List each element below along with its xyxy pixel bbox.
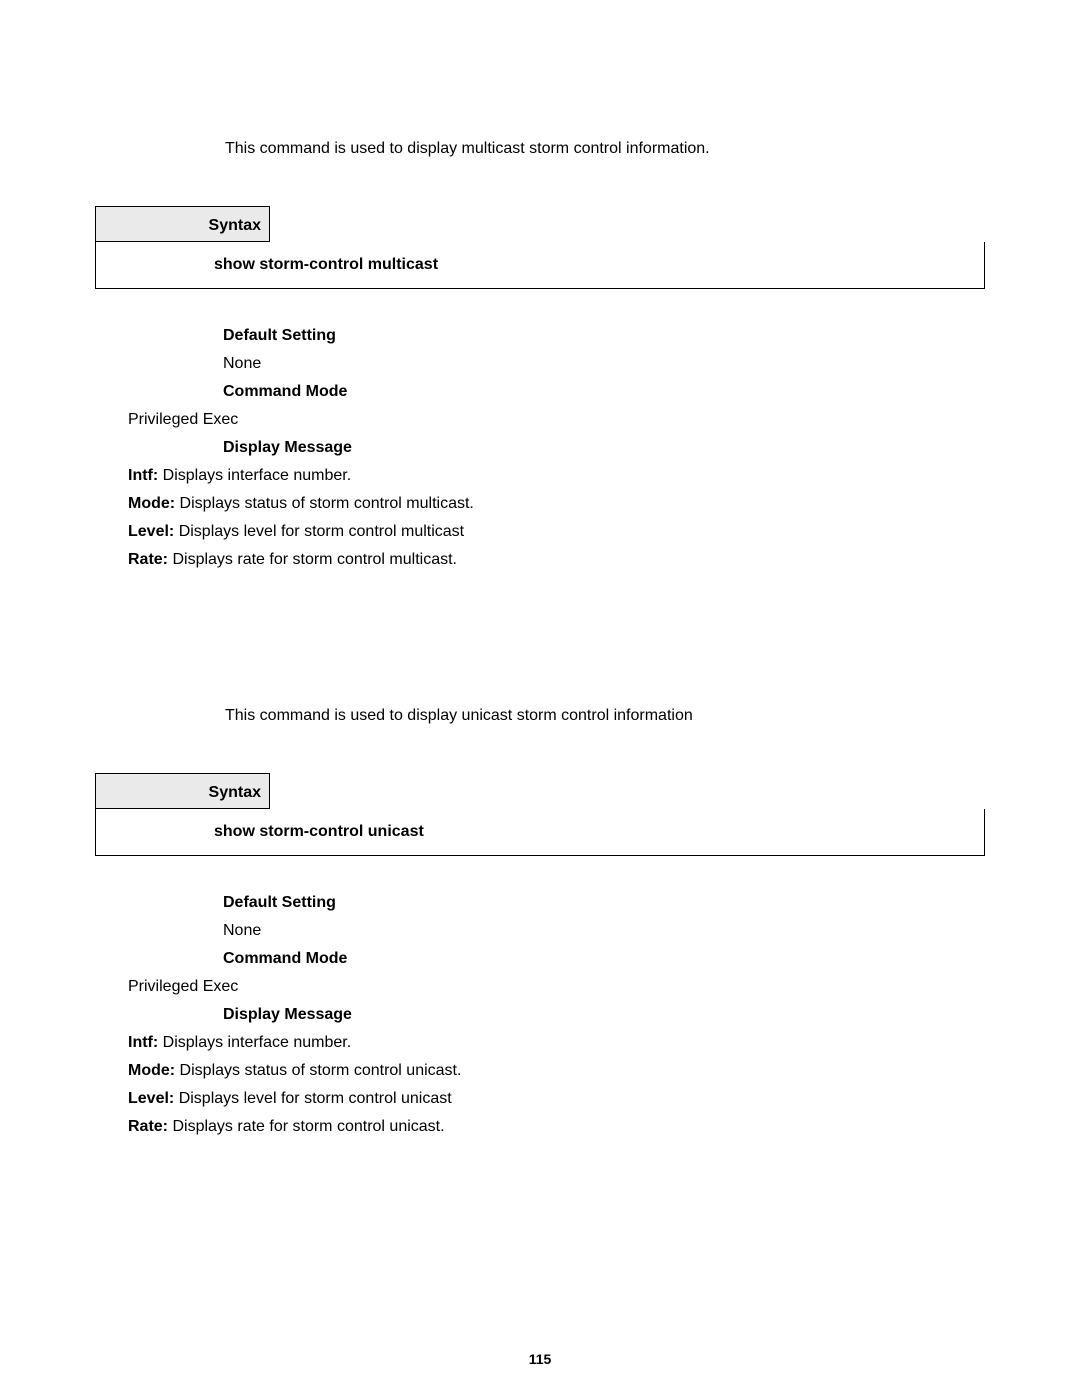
message-line: Level: Displays level for storm control … [128, 523, 985, 541]
message-line: Level: Displays level for storm control … [128, 1090, 985, 1108]
message-term: Level: [128, 523, 174, 540]
command-mode-label: Command Mode [223, 383, 985, 401]
command-mode-value: Privileged Exec [128, 978, 985, 996]
message-term: Mode: [128, 1062, 175, 1079]
details-block: Default Setting None Command Mode Privil… [95, 894, 985, 1136]
command-mode-label: Command Mode [223, 950, 985, 968]
message-line: Intf: Displays interface number. [128, 467, 985, 485]
display-message-label: Display Message [223, 1006, 985, 1024]
message-desc: Displays level for storm control multica… [174, 523, 464, 540]
message-term: Level: [128, 1090, 174, 1107]
default-setting-value: None [223, 922, 985, 940]
default-setting-label: Default Setting [223, 894, 985, 912]
message-term: Intf: [128, 467, 158, 484]
details-block: Default Setting None Command Mode Privil… [95, 327, 985, 569]
syntax-command: show storm-control unicast [95, 809, 985, 856]
message-line: Mode: Displays status of storm control u… [128, 1062, 985, 1080]
message-line: Rate: Displays rate for storm control mu… [128, 551, 985, 569]
message-desc: Displays interface number. [158, 1034, 351, 1051]
message-line: Rate: Displays rate for storm control un… [128, 1118, 985, 1136]
default-setting-value: None [223, 355, 985, 373]
message-line: Mode: Displays status of storm control m… [128, 495, 985, 513]
message-line: Intf: Displays interface number. [128, 1034, 985, 1052]
message-desc: Displays rate for storm control multicas… [168, 551, 457, 568]
intro-text: This command is used to display unicast … [225, 707, 985, 725]
intro-text: This command is used to display multicas… [225, 140, 985, 158]
message-desc: Displays interface number. [158, 467, 351, 484]
message-term: Rate: [128, 551, 168, 568]
message-desc: Displays level for storm control unicast [174, 1090, 451, 1107]
command-mode-value: Privileged Exec [128, 411, 985, 429]
message-desc: Displays status of storm control multica… [175, 495, 474, 512]
message-term: Mode: [128, 495, 175, 512]
syntax-command: show storm-control multicast [95, 242, 985, 289]
syntax-header: Syntax [95, 773, 270, 809]
page-container: This command is used to display multicas… [0, 0, 1080, 1397]
syntax-header: Syntax [95, 206, 270, 242]
section-gap [95, 579, 985, 707]
message-term: Intf: [128, 1034, 158, 1051]
message-desc: Displays rate for storm control unicast. [168, 1118, 445, 1135]
message-term: Rate: [128, 1118, 168, 1135]
page-number: 115 [0, 1351, 1080, 1367]
default-setting-label: Default Setting [223, 327, 985, 345]
message-desc: Displays status of storm control unicast… [175, 1062, 461, 1079]
display-message-label: Display Message [223, 439, 985, 457]
